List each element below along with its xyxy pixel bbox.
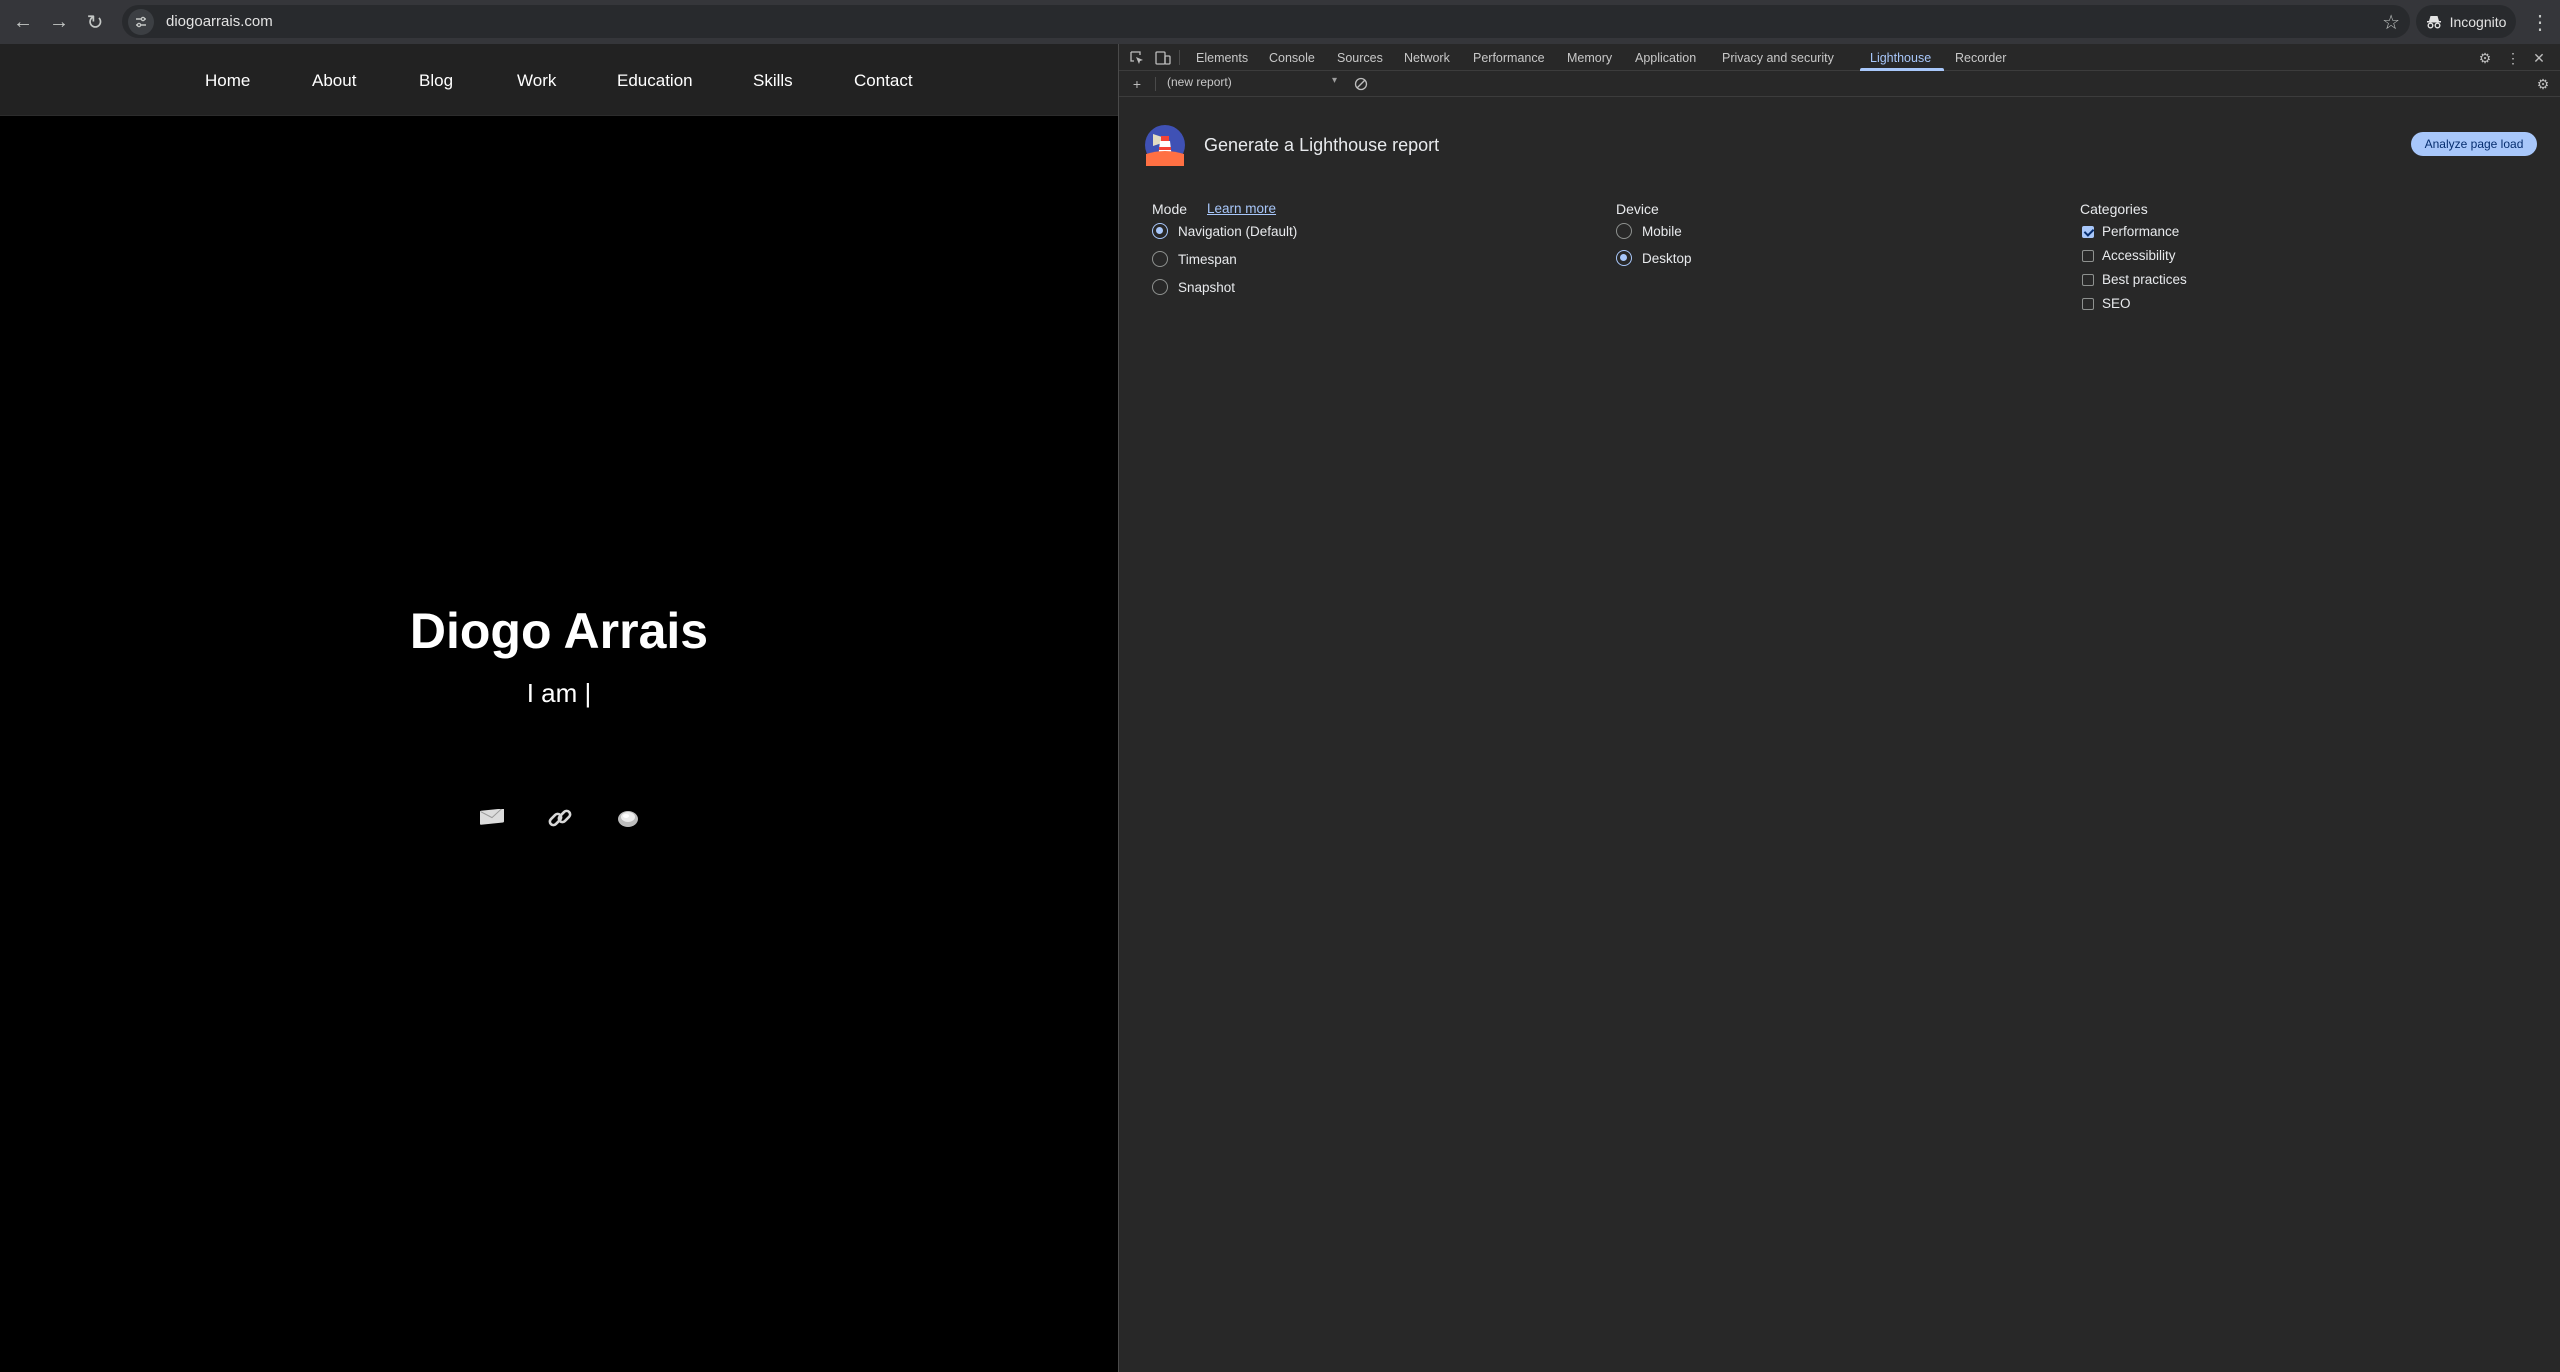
website-viewport: Home About Blog Work Education Skills Co… [0,44,1118,1372]
mode-option-label: Navigation (Default) [1178,223,1298,239]
device-option-desktop[interactable]: Desktop [1616,250,1692,266]
mode-option-navigation[interactable]: Navigation (Default) [1152,223,1297,239]
tab-privacy-and-security[interactable]: Privacy and security [1722,51,1834,65]
incognito-badge[interactable]: Incognito [2416,5,2516,38]
category-label: Performance [2102,224,2180,239]
settings-gear-icon[interactable]: ⚙ [2475,48,2495,68]
nav-work-link[interactable]: Work [517,71,556,91]
categories-label: Categories [2080,201,2148,217]
tab-application[interactable]: Application [1635,51,1696,65]
address-bar[interactable]: diogoarrais.com ☆ [122,5,2410,38]
forward-arrow-icon[interactable]: → [44,7,74,37]
incognito-label: Incognito [2449,13,2507,30]
back-arrow-icon[interactable]: ← [8,7,38,37]
tab-elements[interactable]: Elements [1196,51,1248,65]
radio-navigation[interactable] [1152,223,1168,239]
category-label: Best practices [2102,272,2187,287]
device-option-label: Mobile [1642,223,1682,239]
url-text[interactable]: diogoarrais.com [166,13,273,30]
category-performance[interactable]: Performance [2082,224,2179,239]
radio-desktop[interactable] [1616,250,1632,266]
lighthouse-toolbar: + (new report) ▾ ⚙ [1119,71,2560,97]
devtools-tab-bar: Elements Console Sources Network Perform… [1119,44,2560,71]
devtools-more-icon[interactable]: ⋮ [2503,48,2523,68]
tab-recorder[interactable]: Recorder [1955,51,2006,65]
tab-performance[interactable]: Performance [1473,51,1545,65]
category-best-practices[interactable]: Best practices [2082,272,2187,287]
learn-more-link[interactable]: Learn more [1207,201,1276,216]
tab-network[interactable]: Network [1404,51,1450,65]
tab-memory[interactable]: Memory [1567,51,1612,65]
checkbox-seo[interactable] [2082,297,2094,310]
nav-skills-link[interactable]: Skills [753,71,793,91]
hero-subtitle: I am | [526,678,592,708]
nav-about-link[interactable]: About [312,71,356,91]
toolbar-divider [1155,77,1156,91]
radio-mobile[interactable] [1616,223,1632,239]
more-menu-icon[interactable]: ⋮ [2528,8,2552,36]
reload-icon[interactable]: ↻ [80,7,110,37]
mode-label: Mode [1152,201,1188,217]
radio-snapshot[interactable] [1152,279,1168,295]
chevron-down-icon: ▾ [1331,75,1337,86]
category-label: Accessibility [2102,248,2176,263]
checkbox-performance[interactable] [2082,225,2094,238]
mode-option-label: Snapshot [1178,279,1236,295]
hero-name: Diogo Arrais [409,603,709,659]
device-option-mobile[interactable]: Mobile [1616,223,1682,239]
mode-option-label: Timespan [1178,251,1237,267]
lighthouse-logo-icon [1144,124,1186,166]
device-toolbar-icon[interactable] [1153,48,1173,68]
report-select-value: (new report) [1167,75,1232,89]
mode-option-timespan[interactable]: Timespan [1152,251,1237,267]
device-label: Device [1616,201,1659,217]
github-icon[interactable] [610,800,646,836]
category-label: SEO [2102,296,2131,311]
category-accessibility[interactable]: Accessibility [2082,248,2176,263]
incognito-icon [2426,15,2441,28]
tab-sources[interactable]: Sources [1337,51,1383,65]
mode-option-snapshot[interactable]: Snapshot [1152,279,1235,295]
lighthouse-title: Generate a Lighthouse report [1204,135,1440,155]
browser-toolbar: ← → ↻ diogoarrais.com ☆ Incognito ⋮ [0,0,2560,44]
devtools-panel: Elements Console Sources Network Perform… [1118,44,2560,1372]
analyze-page-load-button[interactable]: Analyze page load [2411,132,2537,156]
report-select[interactable]: (new report) ▾ [1167,75,1337,93]
nav-education-link[interactable]: Education [617,71,693,91]
site-settings-icon[interactable] [128,8,154,35]
email-icon[interactable] [474,800,510,836]
nav-blog-link[interactable]: Blog [419,71,453,91]
nav-contact-link[interactable]: Contact [854,71,913,91]
category-seo[interactable]: SEO [2082,296,2131,311]
tab-lighthouse[interactable]: Lighthouse [1870,51,1931,65]
nav-home-link[interactable]: Home [205,71,250,91]
tab-console[interactable]: Console [1269,51,1315,65]
new-report-plus-icon[interactable]: + [1127,74,1147,94]
device-option-label: Desktop [1642,250,1692,266]
bookmark-star-icon[interactable]: ☆ [2382,10,2400,35]
radio-timespan[interactable] [1152,251,1168,267]
checkbox-accessibility[interactable] [2082,249,2094,262]
clear-reports-icon[interactable] [1351,74,1371,94]
link-icon[interactable] [542,800,578,836]
site-nav: Home About Blog Work Education Skills Co… [0,44,1118,116]
tab-divider [1179,50,1180,65]
checkbox-best-practices[interactable] [2082,273,2094,286]
close-devtools-icon[interactable]: ✕ [2529,48,2549,68]
lighthouse-settings-gear-icon[interactable]: ⚙ [2533,74,2553,94]
inspect-element-icon[interactable] [1127,48,1147,68]
